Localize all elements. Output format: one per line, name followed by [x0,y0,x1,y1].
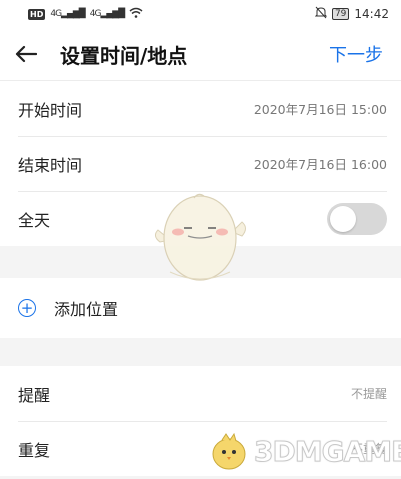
app-header: 设置时间/地点 下一步 [0,28,401,80]
watermark-text: 3DMGAME [253,434,401,468]
battery-icon: 79 [331,8,350,20]
chick-logo-icon [212,432,246,470]
status-bar: HD 4G▂▄▆█ 4G▂▄▆█ 79 14:42 [0,0,401,28]
end-time-label: 结束时间 [18,155,83,175]
next-step-button[interactable]: 下一步 [329,41,383,67]
status-right: 79 14:42 [314,6,389,22]
reminder-row[interactable]: 提醒 不提醒 [0,366,401,421]
end-time-value: 2020年7月16日 16:00 [253,157,387,172]
page-title: 设置时间/地点 [60,43,188,68]
add-location-row[interactable]: + 添加位置 [0,278,401,338]
toggle-knob [330,205,356,232]
network-type-2: 4G [89,9,102,19]
watermark: 3DMGAME [208,430,401,472]
reminder-label: 提醒 [18,385,51,405]
end-time-row[interactable]: 结束时间 2020年7月16日 16:00 [0,136,401,191]
add-location-label: 添加位置 [54,300,119,319]
status-left: HD 4G▂▄▆█ 4G▂▄▆█ [28,7,143,21]
hd-icon: HD [28,8,46,20]
add-circle-icon: + [18,299,36,317]
signal-icon-2: 4G▂▄▆█ [89,9,125,19]
repeat-label: 重复 [18,440,51,460]
network-type-1: 4G [50,9,62,19]
mascot-watermark-image [150,190,250,285]
reminder-value: 不提醒 [350,387,387,401]
all-day-label: 全天 [18,210,51,230]
start-time-label: 开始时间 [18,100,83,120]
start-time-row[interactable]: 开始时间 2020年7月16日 15:00 [0,81,401,136]
start-time-value: 2020年7月16日 15:00 [253,102,387,117]
back-arrow-icon[interactable] [14,42,38,66]
signal-icon: 4G▂▄▆█ [50,9,85,19]
wifi-icon [129,7,143,21]
clock: 14:42 [354,7,389,21]
all-day-toggle[interactable] [327,202,387,235]
section-gap-2 [0,338,401,366]
mute-bell-icon [314,6,328,22]
